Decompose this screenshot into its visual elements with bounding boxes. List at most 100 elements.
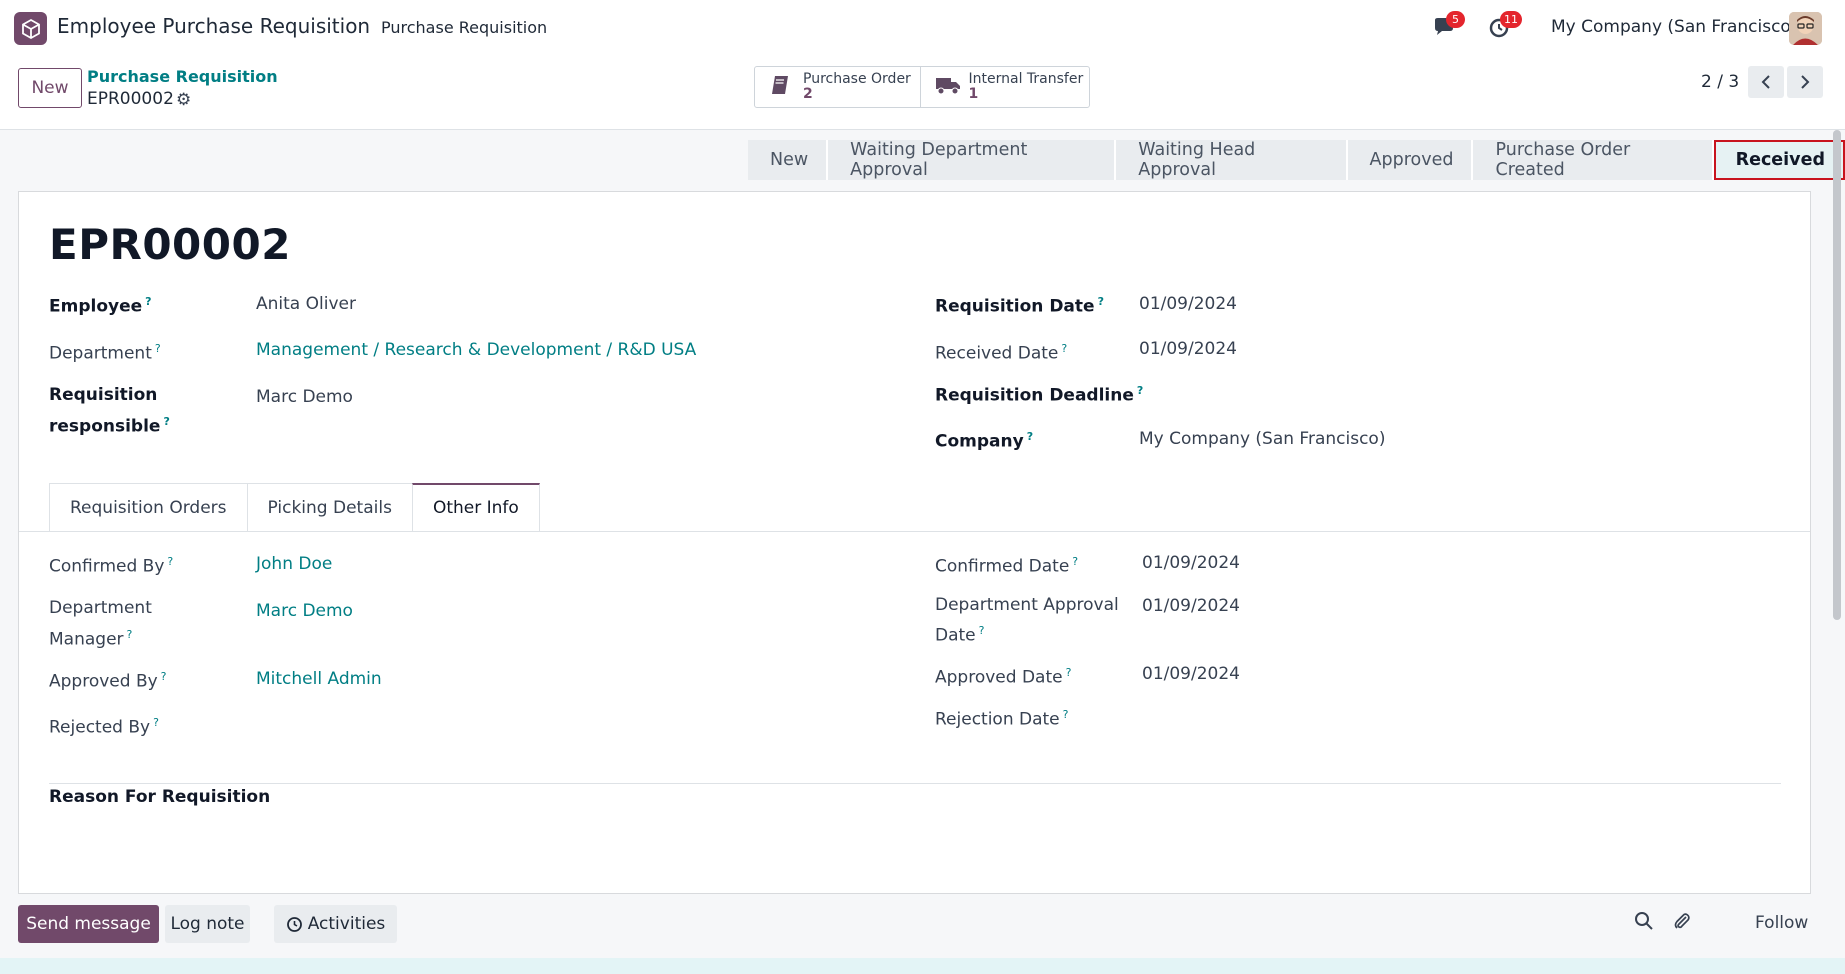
rejected-by-label: Rejected By? bbox=[49, 716, 159, 738]
status-bar: New Waiting Department Approval Waiting … bbox=[748, 140, 1845, 180]
stage-received[interactable]: Received bbox=[1713, 140, 1845, 180]
breadcrumb-current: EPR00002 bbox=[87, 89, 174, 109]
confirmed-date-field[interactable]: 01/09/2024 bbox=[1142, 553, 1240, 573]
department-field[interactable]: Management / Research & Development / R&… bbox=[256, 340, 696, 360]
stage-purchase-order-created[interactable]: Purchase Order Created bbox=[1473, 140, 1714, 180]
department-manager-label: Department bbox=[49, 598, 152, 618]
chatter-notice-strip bbox=[0, 958, 1845, 974]
help-icon[interactable]: ? bbox=[161, 670, 167, 683]
requisition-deadline-label: Requisition Deadline? bbox=[935, 384, 1144, 406]
activities-badge: 11 bbox=[1500, 11, 1522, 28]
employee-field[interactable]: Anita Oliver bbox=[256, 294, 356, 314]
clock-icon bbox=[286, 916, 302, 932]
department-approval-date-label-2: Date? bbox=[935, 624, 985, 646]
menu-purchase-requisition[interactable]: Purchase Requisition bbox=[381, 18, 547, 37]
app-logo-icon[interactable] bbox=[14, 12, 47, 45]
user-avatar[interactable] bbox=[1789, 12, 1822, 45]
help-icon[interactable]: ? bbox=[145, 295, 151, 308]
department-manager-label-2: Manager? bbox=[49, 628, 133, 650]
help-icon[interactable]: ? bbox=[1027, 430, 1033, 443]
breadcrumb-parent[interactable]: Purchase Requisition bbox=[87, 67, 278, 86]
help-icon[interactable]: ? bbox=[163, 415, 169, 428]
company-switcher[interactable]: My Company (San Francisco) bbox=[1551, 17, 1797, 37]
department-manager-field[interactable]: Marc Demo bbox=[256, 601, 353, 621]
help-icon[interactable]: ? bbox=[153, 716, 159, 729]
requisition-responsible-label: Requisition bbox=[49, 385, 158, 405]
approved-date-field[interactable]: 01/09/2024 bbox=[1142, 664, 1240, 684]
department-approval-date-label: Department Approval bbox=[935, 595, 1119, 615]
help-icon[interactable]: ? bbox=[1063, 708, 1069, 721]
requisition-date-field[interactable]: 01/09/2024 bbox=[1139, 294, 1237, 314]
approved-by-label: Approved By? bbox=[49, 670, 167, 692]
new-button[interactable]: New bbox=[18, 68, 82, 108]
employee-label: Employee? bbox=[49, 295, 152, 317]
notebook-tabs: Requisition Orders Picking Details Other… bbox=[49, 483, 540, 531]
pager-previous-button[interactable] bbox=[1748, 66, 1784, 98]
requisition-responsible-field[interactable]: Marc Demo bbox=[256, 387, 353, 407]
log-note-button[interactable]: Log note bbox=[165, 905, 250, 943]
activities-button[interactable]: Activities bbox=[274, 905, 397, 943]
smart-buttons: Purchase Order 2 Internal Transfer 1 bbox=[754, 66, 1090, 108]
approved-date-label: Approved Date? bbox=[935, 666, 1072, 688]
help-icon[interactable]: ? bbox=[167, 555, 173, 568]
help-icon[interactable]: ? bbox=[1061, 342, 1067, 355]
confirmed-by-field[interactable]: John Doe bbox=[256, 554, 332, 574]
help-icon[interactable]: ? bbox=[155, 342, 161, 355]
chevron-right-icon bbox=[1801, 75, 1810, 89]
approved-by-field[interactable]: Mitchell Admin bbox=[256, 669, 382, 689]
reason-for-requisition-label: Reason For Requisition bbox=[49, 787, 271, 807]
requisition-responsible-label-2: responsible? bbox=[49, 415, 170, 437]
help-icon[interactable]: ? bbox=[1137, 384, 1143, 397]
smart-button-label: Internal Transfer bbox=[968, 71, 1084, 87]
tab-requisition-orders[interactable]: Requisition Orders bbox=[49, 483, 248, 531]
activities-button[interactable]: 11 bbox=[1488, 11, 1522, 40]
company-field[interactable]: My Company (San Francisco) bbox=[1139, 429, 1385, 449]
tab-other-info[interactable]: Other Info bbox=[411, 483, 540, 531]
help-icon[interactable]: ? bbox=[979, 624, 985, 637]
company-label: Company? bbox=[935, 430, 1034, 452]
confirmed-date-label: Confirmed Date? bbox=[935, 555, 1079, 577]
tab-divider bbox=[19, 531, 1810, 532]
stage-approved[interactable]: Approved bbox=[1347, 140, 1474, 180]
app-name[interactable]: Employee Purchase Requisition bbox=[57, 14, 370, 38]
messages-badge: 5 bbox=[1446, 11, 1465, 28]
paperclip-icon[interactable] bbox=[1672, 911, 1692, 936]
received-date-label: Received Date? bbox=[935, 342, 1068, 364]
help-icon[interactable]: ? bbox=[1066, 666, 1072, 679]
gear-icon[interactable]: ⚙ bbox=[176, 90, 191, 110]
activities-label: Activities bbox=[307, 914, 386, 934]
follow-button[interactable]: Follow bbox=[1755, 913, 1808, 933]
top-navbar: Employee Purchase Requisition Purchase R… bbox=[0, 0, 1845, 56]
chevron-left-icon bbox=[1761, 75, 1770, 89]
section-divider bbox=[49, 783, 1781, 784]
purchase-order-smart-button[interactable]: Purchase Order 2 bbox=[755, 67, 920, 107]
help-icon[interactable]: ? bbox=[1072, 555, 1078, 568]
pager-next-button[interactable] bbox=[1787, 66, 1823, 98]
stage-waiting-department-approval[interactable]: Waiting Department Approval bbox=[828, 140, 1117, 180]
control-panel: New Purchase Requisition EPR00002 ⚙ Purc… bbox=[0, 56, 1845, 130]
stage-waiting-head-approval[interactable]: Waiting Head Approval bbox=[1116, 140, 1348, 180]
page-scrollbar[interactable] bbox=[1833, 130, 1841, 620]
form-sheet: EPR00002 Employee? Anita Oliver Departme… bbox=[18, 191, 1811, 894]
smart-button-value: 2 bbox=[803, 86, 813, 102]
help-icon[interactable]: ? bbox=[127, 628, 133, 641]
truck-icon bbox=[935, 74, 961, 101]
rejection-date-label: Rejection Date? bbox=[935, 708, 1069, 730]
messages-button[interactable]: 5 bbox=[1432, 11, 1465, 40]
pager-value[interactable]: 2 / 3 bbox=[1701, 72, 1739, 92]
smart-button-value: 1 bbox=[968, 86, 979, 102]
smart-button-label: Purchase Order bbox=[803, 71, 911, 87]
received-date-field[interactable]: 01/09/2024 bbox=[1139, 339, 1237, 359]
stage-new[interactable]: New bbox=[748, 140, 829, 180]
help-icon[interactable]: ? bbox=[1098, 295, 1104, 308]
record-title[interactable]: EPR00002 bbox=[49, 220, 291, 269]
tab-picking-details[interactable]: Picking Details bbox=[246, 483, 413, 531]
requisition-date-label: Requisition Date? bbox=[935, 295, 1104, 317]
book-icon bbox=[769, 74, 795, 101]
search-icon[interactable] bbox=[1634, 911, 1654, 936]
department-approval-date-field[interactable]: 01/09/2024 bbox=[1142, 596, 1240, 616]
internal-transfer-smart-button[interactable]: Internal Transfer 1 bbox=[919, 67, 1090, 107]
department-label: Department? bbox=[49, 342, 161, 364]
send-message-button[interactable]: Send message bbox=[18, 905, 159, 943]
confirmed-by-label: Confirmed By? bbox=[49, 555, 174, 577]
